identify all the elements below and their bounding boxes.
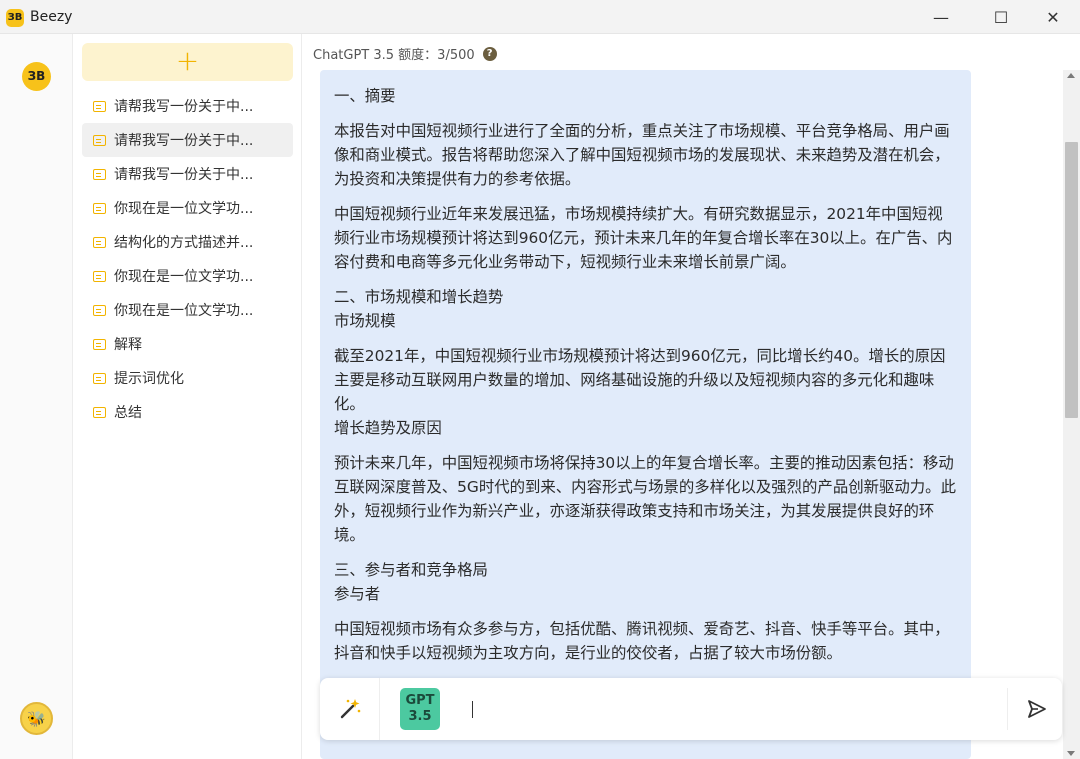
bee-avatar-icon[interactable]: 🐝 [20,702,53,735]
message-paragraph: 截至2021年，中国短视频行业市场规模预计将达到960亿元，同比增长约40。增长… [334,347,946,437]
conversation-title: 请帮我写一份关于中... [114,133,254,149]
chat-bubble-icon [93,100,106,112]
chat-bubble-icon [93,168,106,180]
chat-bubble-icon [93,134,106,146]
conversation-item[interactable]: 解释 [82,327,293,361]
composer: GPT 3.5 [320,678,1062,740]
maximize-button[interactable]: ☐ [978,0,1024,34]
conversation-item-active[interactable]: 请帮我写一份关于中... [82,123,293,157]
conversation-item[interactable]: 请帮我写一份关于中... [82,157,293,191]
vertical-scrollbar[interactable] [1063,70,1080,759]
chat-bubble-icon [93,338,106,350]
scroll-up-arrow-icon[interactable] [1067,73,1075,78]
scroll-thumb[interactable] [1065,142,1078,418]
conversation-item[interactable]: 总结 [82,395,293,429]
message-paragraph: 本报告对中国短视频行业进行了全面的分析，重点关注了市场规模、平台竞争格局、用户画… [334,122,950,188]
conversation-title: 请帮我写一份关于中... [114,167,254,183]
text-caret [472,701,473,718]
conversation-title: 结构化的方式描述并... [114,235,254,251]
help-icon[interactable]: ? [482,46,497,61]
conversation-item[interactable]: 结构化的方式描述并... [82,225,293,259]
message-heading: 二、市场规模和增长趋势 市场规模 [334,288,504,330]
conversation-item[interactable]: 你现在是一位文学功... [82,259,293,293]
conversation-title: 解释 [114,337,142,353]
chat-bubble-icon [93,236,106,248]
chat-bubble-icon [93,202,106,214]
message-paragraph: 中国短视频行业近年来发展迅猛，市场规模持续扩大。有研究数据显示，2021年中国短… [334,205,953,271]
quota-header: ChatGPT 3.5 额度：3/500 ? [313,44,497,63]
chat-bubble-icon [93,372,106,384]
assistant-message: 一、摘要 本报告对中国短视频行业进行了全面的分析，重点关注了市场规模、平台竞争格… [320,70,971,759]
conversation-item[interactable]: 提示词优化 [82,361,293,395]
conversation-title: 提示词优化 [114,371,184,387]
minimize-button[interactable]: — [918,0,964,34]
conversation-sidebar: + 请帮我写一份关于中... 请帮我写一份关于中... 请帮我写一份关于中...… [73,34,302,759]
quota-text: ChatGPT 3.5 额度：3/500 [313,48,475,63]
scroll-down-arrow-icon[interactable] [1067,751,1075,756]
model-badge-name: GPT [405,693,435,708]
conversation-title: 你现在是一位文学功... [114,201,254,217]
app-logo-icon: ЗB [6,9,24,27]
magic-wand-icon[interactable] [320,678,380,740]
message-paragraph: 中国短视频市场有众多参与方，包括优酷、腾讯视频、爱奇艺、抖音、快手等平台。其中，… [334,620,950,662]
message-input[interactable] [452,688,1008,730]
chat-bubble-icon [93,270,106,282]
new-chat-button[interactable]: + [82,43,293,81]
conversation-title: 你现在是一位文学功... [114,303,254,319]
chat-bubble-icon [93,304,106,316]
message-heading: 一、摘要 [334,87,396,105]
close-button[interactable]: ✕ [1030,0,1076,34]
conversation-list: 请帮我写一份关于中... 请帮我写一份关于中... 请帮我写一份关于中... 你… [82,89,293,429]
message-heading: 三、参与者和竞争格局 参与者 [334,561,488,603]
window-title: Beezy [30,9,73,25]
send-icon[interactable] [1020,692,1054,726]
beezy-logo-icon[interactable]: ЗB [22,62,51,91]
app-rail: ЗB 🐝 [0,34,73,759]
conversation-item[interactable]: 你现在是一位文学功... [82,293,293,327]
model-badge-version: 3.5 [408,709,432,724]
title-bar: ЗB Beezy — ☐ ✕ [0,0,1080,34]
conversation-title: 总结 [114,405,142,421]
conversation-item[interactable]: 你现在是一位文学功... [82,191,293,225]
message-paragraph: 预计未来几年，中国短视频市场将保持30以上的年复合增长率。主要的推动因素包括：移… [334,454,956,544]
conversation-title: 你现在是一位文学功... [114,269,254,285]
conversation-title: 请帮我写一份关于中... [114,99,254,115]
model-badge[interactable]: GPT 3.5 [400,688,440,730]
conversation-item[interactable]: 请帮我写一份关于中... [82,89,293,123]
chat-panel: ChatGPT 3.5 额度：3/500 ? 一、摘要 本报告对中国短视频行业进… [302,34,1080,759]
chat-bubble-icon [93,406,106,418]
